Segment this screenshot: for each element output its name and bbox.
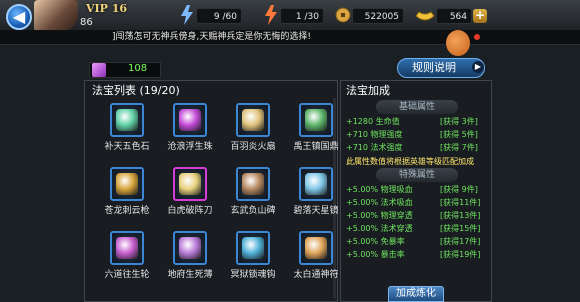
treasure-item[interactable]: 碧落天星镜 [281,167,341,231]
item-name: 白虎破阵刀 [167,206,213,216]
notification-dot [474,34,480,40]
attribute-value: +5.00% 法术穿透 [346,224,413,233]
treasure-item[interactable]: 六道往生轮 [92,231,152,295]
attribute-line: +5.00% 物理吸血 [获得 9件] [346,184,478,195]
attribute-value: +710 物理强度 [346,130,403,139]
news-ticker: ]闯荡怎可无神兵傍身,天赐神兵定是你无悔的选择! [0,30,580,45]
energy-icon [265,5,277,25]
energy-value: 1 /30 [280,8,324,24]
copper-value: 522005 [352,8,404,24]
attribute-requirement: [获得11件] [440,198,481,207]
item-name: 冥狱锁魂钩 [230,270,276,280]
attribute-requirement: [获得 9件] [440,185,478,194]
stamina-icon [181,5,193,25]
treasure-icon [242,237,264,259]
attribute-value: +1280 生命值 [346,117,400,126]
item-name: 百羽炎火扇 [230,142,276,152]
attribute-line: +5.00% 法术穿透 [获得15件] [346,223,480,234]
attribute-line: +5.00% 免暴率 [获得17件] [346,236,480,247]
treasure-item[interactable]: 补天五色石 [92,103,152,167]
stamina-value: 9 /60 [196,8,242,24]
attribute-requirement: [获得 7件] [440,143,478,152]
treasure-icon [116,109,138,131]
treasure-icon [242,173,264,195]
treasure-item[interactable]: 苍龙刺云枪 [92,167,152,231]
treasure-icon [305,109,327,131]
treasure-icon [305,173,327,195]
attribute-line: +1280 生命值 [获得 3件] [346,116,478,127]
level-scaling-note: 此属性数值将根据英雄等级匹配加成 [346,157,474,166]
gem-icon [92,63,106,77]
attribute-value: +5.00% 免暴率 [346,237,405,246]
treasure-item[interactable]: 太白通神符 [281,231,341,295]
add-gold-button[interactable]: + [473,9,487,23]
gold-ingot-icon [415,11,435,21]
item-name: 地府生死薄 [167,270,213,280]
attribute-line: +5.00% 法术吸血 [获得11件] [346,197,480,208]
treasure-item[interactable]: 白虎破阵刀 [155,167,215,231]
chevron-right-icon[interactable]: ▶ [472,61,484,73]
basic-attributes-header: 基础属性 [376,100,458,114]
treasure-item[interactable]: 禹王镇国鼎 [281,103,341,167]
vip-level: VIP 16 [86,2,128,15]
attribute-line: +5.00% 暴击率 [获得19件] [346,249,480,260]
list-title: 法宝列表 (19/20) [92,84,180,97]
treasure-icon [305,237,327,259]
item-name: 六道往生轮 [104,270,150,280]
attribute-value: +5.00% 暴击率 [346,250,405,259]
treasure-item[interactable]: 冥狱锁魂钩 [218,231,278,295]
item-name: 补天五色石 [104,142,150,152]
treasure-icon [116,173,138,195]
treasure-icon [116,237,138,259]
attribute-requirement: [获得17件] [440,237,481,246]
attribute-requirement: [获得 3件] [440,117,478,126]
attribute-requirement: [获得19件] [440,250,481,259]
item-name: 玄武负山碑 [230,206,276,216]
attribute-value: +5.00% 法术吸血 [346,198,413,207]
item-name: 沧浪浮生珠 [167,142,213,152]
treasure-icon [179,237,201,259]
attribute-value: +5.00% 物理穿透 [346,211,413,220]
back-button[interactable]: ◀ [6,4,32,30]
treasure-icon [242,109,264,131]
attribute-line: +710 法术强度 [获得 7件] [346,142,478,153]
treasure-item[interactable]: 沧浪浮生珠 [155,103,215,167]
gold-value: 564 [436,8,472,24]
attribute-requirement: [获得15件] [440,224,481,233]
avatar[interactable] [34,0,78,32]
combine-button[interactable]: 加成炼化 [388,286,444,302]
treasure-item[interactable]: 玄武负山碑 [218,167,278,231]
attribute-requirement: [获得13件] [440,211,481,220]
item-name: 苍龙刺云枪 [104,206,150,216]
gem-count: 108 [128,63,148,74]
treasure-icon [179,173,201,195]
bonus-title: 法宝加成 [346,84,390,97]
special-attributes-header: 特殊属性 [376,168,458,182]
mascot-icon[interactable] [446,30,470,56]
attribute-value: +5.00% 物理吸血 [346,185,413,194]
attribute-value: +710 法术强度 [346,143,403,152]
treasure-item[interactable]: 地府生死薄 [155,231,215,295]
attribute-line: +5.00% 物理穿透 [获得13件] [346,210,480,221]
attribute-line: +710 物理强度 [获得 5件] [346,129,478,140]
treasure-item[interactable]: 百羽炎火扇 [218,103,278,167]
treasure-icon [179,109,201,131]
attribute-requirement: [获得 5件] [440,130,478,139]
player-level: 86 [80,17,93,28]
copper-coin-icon [335,7,351,23]
